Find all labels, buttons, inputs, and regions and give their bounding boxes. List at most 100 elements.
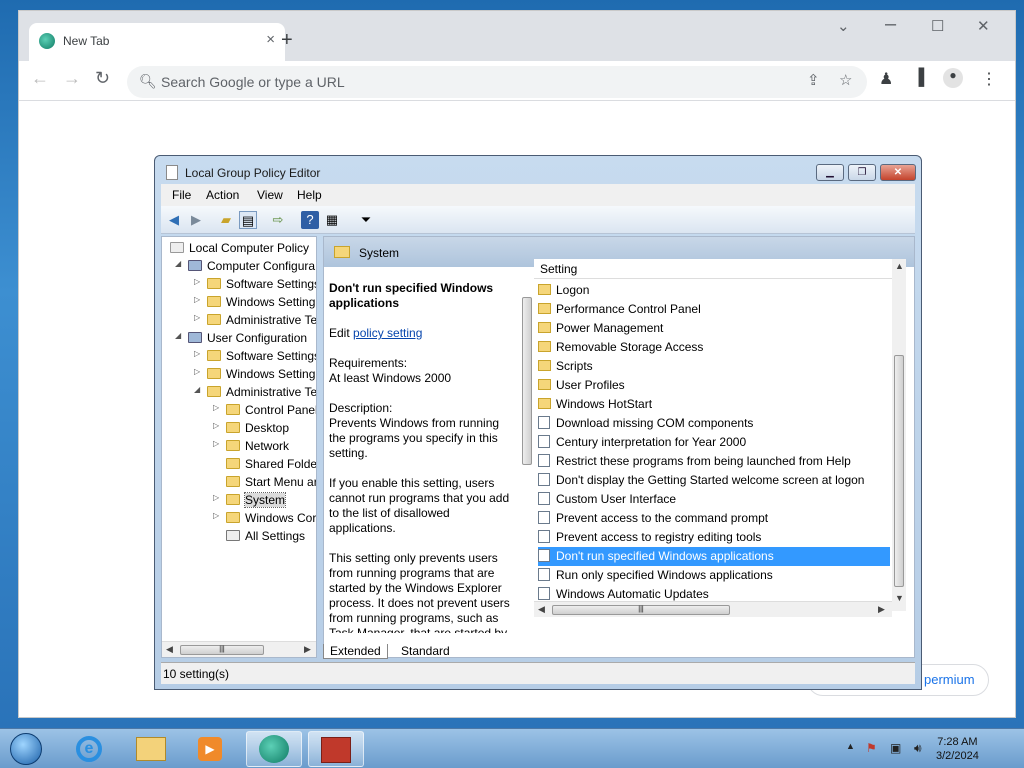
tree-horizontal-scrollbar[interactable]: ◀ ||| ▶	[162, 641, 316, 657]
tree-item-system[interactable]: ▷ System	[213, 492, 287, 508]
tab-search-chevron-icon[interactable]: ⌄	[837, 17, 850, 35]
list-item[interactable]: Power Management	[538, 319, 890, 338]
taskbar-gpedit[interactable]	[308, 731, 364, 767]
tab-extended[interactable]: Extended	[323, 644, 388, 659]
collapse-arrow-icon[interactable]: ◢	[194, 385, 200, 394]
list-item[interactable]: Prevent access to registry editing tools	[538, 528, 890, 547]
scroll-left-icon[interactable]: ◀	[538, 604, 545, 615]
list-vertical-scrollbar[interactable]: ▲ ▼	[892, 259, 906, 611]
expand-arrow-icon[interactable]: ▷	[213, 421, 219, 430]
taskbar-internet-explorer[interactable]: e	[62, 731, 118, 767]
tab-new-tab[interactable]: New Tab ×	[29, 23, 285, 61]
tree-item-administrative-templates[interactable]: ▷ Administrative Te	[194, 313, 316, 327]
back-icon[interactable]: ←	[31, 68, 49, 89]
list-item[interactable]: Don't run specified Windows applications	[538, 547, 890, 566]
taskbar-chrome[interactable]	[246, 731, 302, 767]
up-folder-icon[interactable]: ▰	[217, 211, 235, 229]
expand-arrow-icon[interactable]: ▷	[194, 277, 200, 286]
side-panel-icon[interactable]: ▐	[913, 69, 924, 87]
minimize-icon[interactable]: –	[885, 13, 896, 36]
forward-icon[interactable]: →	[63, 68, 81, 89]
minimize-button[interactable]: ▁	[816, 164, 844, 181]
scroll-right-icon[interactable]: ▶	[878, 604, 885, 615]
scroll-left-icon[interactable]: ◀	[166, 644, 173, 655]
list-horizontal-scrollbar[interactable]: ◀ ||| ▶	[534, 601, 892, 617]
tab-close-icon[interactable]: ×	[266, 31, 275, 48]
bookmark-star-icon[interactable]: ☆	[839, 71, 852, 89]
tree-item-windows-settings[interactable]: ▷ Windows Setting	[194, 295, 315, 309]
expand-arrow-icon[interactable]: ▷	[194, 367, 200, 376]
tree-item-user-configuration[interactable]: ◢ User Configuration	[175, 331, 307, 345]
collapse-arrow-icon[interactable]: ◢	[175, 331, 181, 340]
policy-setting-link[interactable]: policy setting	[353, 326, 422, 340]
list-item[interactable]: User Profiles	[538, 376, 890, 395]
show-hide-tree-icon[interactable]: ▤	[239, 211, 257, 229]
tree-item-computer-configuration[interactable]: ◢ Computer Configura	[175, 259, 315, 273]
close-button[interactable]: ✕	[880, 164, 916, 181]
start-button[interactable]	[6, 731, 46, 767]
reload-icon[interactable]: ↻	[95, 68, 110, 89]
menu-file[interactable]: File	[172, 188, 191, 202]
export-list-icon[interactable]: ⇨	[269, 211, 287, 229]
menu-help[interactable]: Help	[297, 188, 322, 202]
scrollbar-thumb[interactable]	[894, 355, 904, 587]
taskbar-file-explorer[interactable]	[122, 731, 178, 767]
new-tab-button[interactable]: +	[281, 29, 293, 52]
volume-icon[interactable]: 🔊︎	[914, 741, 922, 756]
tree-item-local-computer-policy[interactable]: Local Computer Policy	[170, 241, 309, 255]
list-item[interactable]: Removable Storage Access	[538, 338, 890, 357]
list-item[interactable]: Run only specified Windows applications	[538, 566, 890, 585]
scrollbar-thumb[interactable]: |||	[180, 645, 264, 655]
forward-arrow-icon[interactable]: ▶	[187, 211, 205, 229]
column-header-setting[interactable]: Setting	[534, 259, 892, 279]
list-item[interactable]: Windows HotStart	[538, 395, 890, 414]
scrollbar-thumb[interactable]	[522, 297, 532, 465]
share-icon[interactable]: ⇪	[807, 71, 820, 89]
tree-item-software-settings[interactable]: ▷ Software Settings	[194, 277, 316, 291]
tree-item-network[interactable]: ▷ Network	[213, 439, 289, 453]
action-center-icon[interactable]: ⚑	[866, 741, 877, 755]
tree-item-windows-components[interactable]: ▷ Windows Cor	[213, 511, 316, 525]
list-item[interactable]: Custom User Interface	[538, 490, 890, 509]
tree-item-administrative-templates[interactable]: ◢ Administrative Te	[194, 385, 316, 399]
tree-item-control-panel[interactable]: ▷ Control Panel	[213, 403, 316, 417]
tree-item-windows-settings[interactable]: ▷ Windows Setting	[194, 367, 315, 381]
expand-arrow-icon[interactable]: ▷	[194, 295, 200, 304]
tab-standard[interactable]: Standard	[395, 644, 456, 658]
network-icon[interactable]: ▣	[890, 741, 901, 755]
tree-item-shared-folders[interactable]: Shared Folder	[226, 457, 316, 471]
extensions-icon[interactable]: ♟	[879, 69, 893, 89]
close-window-icon[interactable]: ✕	[977, 17, 990, 35]
tree-item-software-settings[interactable]: ▷ Software Settings	[194, 349, 316, 363]
expand-arrow-icon[interactable]: ▷	[213, 439, 219, 448]
expand-arrow-icon[interactable]: ▷	[213, 403, 219, 412]
maximize-icon[interactable]: ☐	[931, 17, 944, 35]
tree-item-start-menu[interactable]: Start Menu ar	[226, 475, 316, 489]
collapse-arrow-icon[interactable]: ◢	[175, 259, 181, 268]
list-item[interactable]: Century interpretation for Year 2000	[538, 433, 890, 452]
help-icon[interactable]: ?	[301, 211, 319, 229]
expand-arrow-icon[interactable]: ▷	[194, 313, 200, 322]
clock[interactable]: 7:28 AM 3/2/2024	[936, 735, 979, 763]
menu-action[interactable]: Action	[206, 188, 239, 202]
list-item[interactable]: Don't display the Getting Started welcom…	[538, 471, 890, 490]
filter-icon[interactable]: ⏷	[357, 211, 375, 229]
taskbar-media-player[interactable]: ▶	[182, 731, 238, 767]
scrollbar-thumb[interactable]: |||	[552, 605, 730, 615]
properties-icon[interactable]: ▦	[323, 211, 341, 229]
restore-button[interactable]: ❐	[848, 164, 876, 181]
list-item[interactable]: Scripts	[538, 357, 890, 376]
list-item[interactable]: Logon	[538, 281, 890, 300]
chrome-menu-icon[interactable]: ⋮	[981, 69, 997, 89]
tree-item-all-settings[interactable]: All Settings	[226, 529, 305, 543]
expand-arrow-icon[interactable]: ▷	[194, 349, 200, 358]
scroll-right-icon[interactable]: ▶	[304, 644, 311, 655]
expand-arrow-icon[interactable]: ▷	[213, 511, 219, 520]
omnibox[interactable]: 🔍︎ Search Google or type a URL ⇪ ☆	[127, 66, 867, 98]
profile-avatar-icon[interactable]: ●	[943, 68, 963, 88]
tree-item-desktop[interactable]: ▷ Desktop	[213, 421, 289, 435]
list-item[interactable]: Prevent access to the command prompt	[538, 509, 890, 528]
list-item[interactable]: Restrict these programs from being launc…	[538, 452, 890, 471]
list-item[interactable]: Performance Control Panel	[538, 300, 890, 319]
description-scrollbar[interactable]	[520, 281, 534, 633]
